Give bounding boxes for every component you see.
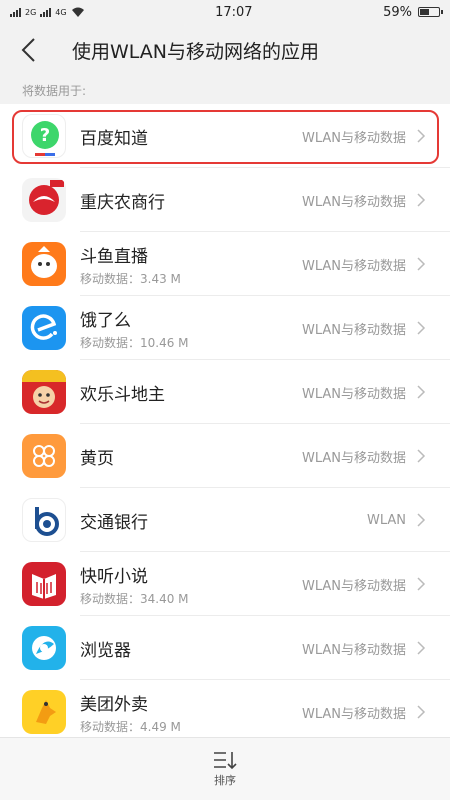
data-usage: 移动数据：3.43 M [80, 271, 181, 286]
app-name: 黄页 [80, 448, 114, 469]
app-row-bocom[interactable]: 交通银行 WLAN [0, 488, 450, 552]
chevron-right-icon [417, 321, 426, 335]
app-name: 斗鱼直播 [80, 246, 148, 267]
battery-group: 59% [383, 4, 443, 20]
chevron-right-icon [417, 641, 426, 655]
network-mode: WLAN与移动数据 [301, 386, 406, 402]
app-row-douyu[interactable]: 斗鱼直播 移动数据：3.43 M WLAN与移动数据 [0, 232, 450, 296]
data-usage: 移动数据：34.40 M [80, 591, 189, 606]
battery-level-fill [420, 9, 430, 15]
page-title: 使用WLAN与移动网络的应用 [72, 40, 320, 63]
meituan-waimai-icon [22, 690, 66, 734]
network-type-1: 2G [25, 7, 37, 17]
chevron-right-icon [417, 705, 426, 719]
network-mode: WLAN与移动数据 [301, 322, 406, 338]
app-name: 百度知道 [80, 128, 148, 149]
app-row-eleme[interactable]: 饿了么 移动数据：10.46 M WLAN与移动数据 [0, 296, 450, 360]
chevron-right-icon [417, 257, 426, 271]
sort-button[interactable]: 排序 [212, 750, 238, 788]
cq-rural-bank-icon [22, 178, 66, 222]
network-mode: WLAN与移动数据 [301, 130, 406, 146]
network-mode: WLAN与移动数据 [301, 258, 406, 274]
sort-icon [214, 752, 237, 770]
app-row-yellow-pages[interactable]: 黄页 WLAN与移动数据 [0, 424, 450, 488]
doudizhu-icon [22, 370, 66, 414]
douyu-icon [22, 242, 66, 286]
eleme-icon [22, 306, 66, 350]
app-row-meituan-waimai[interactable]: 美团外卖 移动数据：4.49 M WLAN与移动数据 [0, 680, 450, 744]
signal-icon [10, 7, 21, 17]
network-mode: WLAN与移动数据 [301, 642, 406, 658]
app-list: ? 百度知道 WLAN与移动数据 重庆农商行 WLAN与移动数据 斗鱼直播 移动… [0, 104, 450, 744]
chevron-right-icon [417, 385, 426, 399]
app-row-baidu-zhidao[interactable]: ? 百度知道 WLAN与移动数据 [0, 104, 450, 168]
kuaiting-icon [22, 562, 66, 606]
status-bar: 2G 4G 17:07 59% [0, 0, 450, 24]
app-row-browser[interactable]: 浏览器 WLAN与移动数据 [0, 616, 450, 680]
wifi-icon [71, 7, 84, 17]
yellow-pages-icon [22, 434, 66, 478]
app-row-kuaiting[interactable]: 快听小说 移动数据：34.40 M WLAN与移动数据 [0, 552, 450, 616]
app-name: 快听小说 [80, 566, 148, 587]
battery-percent: 59% [383, 4, 412, 20]
browser-icon [22, 626, 66, 670]
network-mode: WLAN与移动数据 [301, 578, 406, 594]
signal-group: 2G 4G [10, 7, 85, 18]
network-mode: WLAN与移动数据 [301, 194, 406, 210]
app-name: 美团外卖 [80, 694, 148, 715]
chevron-right-icon [417, 193, 426, 207]
baidu-zhidao-icon: ? [22, 114, 66, 158]
app-name: 欢乐斗地主 [80, 384, 165, 405]
bocom-icon [22, 498, 66, 542]
back-arrow-icon [21, 38, 35, 62]
app-row-doudizhu[interactable]: 欢乐斗地主 WLAN与移动数据 [0, 360, 450, 424]
chevron-right-icon [417, 449, 426, 463]
header: 使用WLAN与移动网络的应用 [0, 24, 450, 76]
battery-icon [418, 7, 443, 17]
network-type-2: 4G [55, 7, 67, 17]
sort-label: 排序 [214, 774, 236, 787]
app-name: 饿了么 [80, 310, 131, 331]
data-usage: 移动数据：4.49 M [80, 719, 181, 734]
network-mode: WLAN [366, 512, 406, 528]
signal-icon-2 [40, 7, 52, 17]
app-name: 浏览器 [80, 640, 131, 661]
chevron-right-icon [417, 577, 426, 591]
svg-text:?: ? [40, 125, 50, 146]
network-mode: WLAN与移动数据 [301, 706, 406, 722]
chevron-right-icon [417, 129, 426, 143]
bottom-bar: 排序 [0, 737, 450, 800]
clock: 17:07 [215, 4, 253, 20]
back-button[interactable] [6, 28, 50, 72]
app-name: 交通银行 [80, 512, 148, 533]
app-name: 重庆农商行 [80, 192, 165, 213]
app-row-cq-rural-bank[interactable]: 重庆农商行 WLAN与移动数据 [0, 168, 450, 232]
section-label: 将数据用于: [22, 83, 87, 98]
data-usage: 移动数据：10.46 M [80, 335, 189, 350]
network-mode: WLAN与移动数据 [301, 450, 406, 466]
chevron-right-icon [417, 513, 426, 527]
